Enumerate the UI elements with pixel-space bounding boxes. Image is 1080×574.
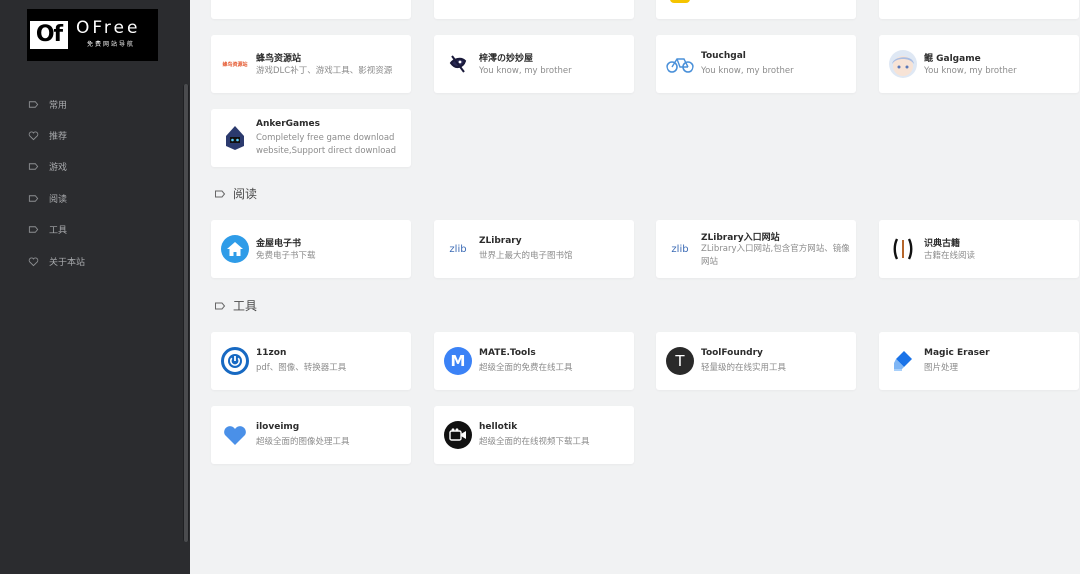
card-title: 鲲 Galgame xyxy=(924,54,981,64)
card-title: 蜂鸟资源站 xyxy=(256,54,302,64)
tag-icon xyxy=(215,302,226,309)
fengniao-logo: 蜂鸟资源站 xyxy=(222,61,248,68)
sidebar-item-label: 阅读 xyxy=(49,194,68,205)
card-desc: 图片处理 xyxy=(924,363,959,373)
heart-icon xyxy=(28,131,39,140)
tag-icon xyxy=(28,100,39,108)
site-card-ankergames[interactable]: AnkerGames Completely free game download… xyxy=(211,109,411,167)
section-heading-tools: 工具 xyxy=(214,297,257,314)
anime-avatar-icon xyxy=(889,50,917,78)
site-card-zlibrary[interactable]: zlib ZLibrary 世界上最大的电子图书馆 xyxy=(434,220,634,278)
section-title: 阅读 xyxy=(233,187,258,201)
logo-mark: Of xyxy=(30,21,68,49)
site-card[interactable] xyxy=(434,0,634,19)
partial-logo xyxy=(670,0,690,3)
card-desc: pdf、图像、转换器工具 xyxy=(256,363,347,373)
bicycle-icon xyxy=(666,50,694,78)
sidebar-item-reading[interactable]: 阅读 xyxy=(28,190,67,206)
logo-wordmark: OFree xyxy=(76,18,141,38)
sidebar-item-label: 工具 xyxy=(49,225,68,236)
hooded-figure-icon xyxy=(221,124,249,152)
card-desc: 免费电子书下载 xyxy=(256,251,316,261)
sidebar-item-label: 常用 xyxy=(49,100,68,111)
site-card-toolfoundry[interactable]: T ToolFoundry 轻量级的在线实用工具 xyxy=(656,332,856,390)
card-title: ToolFoundry xyxy=(701,348,763,358)
site-card-mate-tools[interactable]: M MATE.Tools 超级全面的免费在线工具 xyxy=(434,332,634,390)
card-title: 识典古籍 xyxy=(924,239,961,249)
card-desc: 世界上最大的电子图书馆 xyxy=(479,251,573,261)
card-desc: Completely free game download website,Su… xyxy=(256,133,397,156)
tag-icon xyxy=(215,190,226,197)
eraser-icon xyxy=(889,347,917,375)
sidebar-item-common[interactable]: 常用 xyxy=(28,96,67,112)
logo-subtitle: 免费网站导航 xyxy=(87,41,136,48)
sidebar-item-about[interactable]: 关于本站 xyxy=(28,253,85,269)
card-title: Touchgal xyxy=(701,51,746,61)
card-title: AnkerGames xyxy=(256,119,320,129)
card-desc: 游戏DLC补丁、游戏工具、影视资源 xyxy=(256,66,393,76)
card-desc: You know, my brother xyxy=(924,66,1017,76)
toolfoundry-logo: T xyxy=(666,347,694,375)
site-card[interactable] xyxy=(211,0,411,19)
house-icon xyxy=(221,235,249,263)
card-title: 11zon xyxy=(256,348,287,358)
card-desc: 超级全面的图像处理工具 xyxy=(256,437,350,447)
section-title: 工具 xyxy=(233,299,258,313)
tag-icon xyxy=(28,194,39,202)
site-card-kun-galgame[interactable]: 鲲 Galgame You know, my brother xyxy=(879,35,1079,93)
section-heading-reading: 阅读 xyxy=(214,185,257,202)
sidebar-item-label: 推荐 xyxy=(49,131,68,142)
tag-icon xyxy=(28,162,39,170)
site-card-fengniao[interactable]: 蜂鸟资源站 蜂鸟资源站 游戏DLC补丁、游戏工具、影视资源 xyxy=(211,35,411,93)
card-title: MATE.Tools xyxy=(479,348,536,358)
power-button-icon xyxy=(221,347,249,375)
sidebar-item-tools[interactable]: 工具 xyxy=(28,221,67,237)
sidebar: Of OFree 免费网站导航 常用 推荐 游戏 阅读 工具 关于本站 xyxy=(0,0,190,574)
site-card-iloveimg[interactable]: iloveimg 超级全面的图像处理工具 xyxy=(211,406,411,464)
mate-tools-logo: M xyxy=(444,347,472,375)
card-desc: 超级全面的在线视频下载工具 xyxy=(479,437,590,447)
card-title: Magic Eraser xyxy=(924,348,990,358)
book-spine-icon xyxy=(889,235,917,263)
card-desc: ZLibrary入口网站,包含官方网站、镜像网站 xyxy=(701,244,850,267)
main-content: 蜂鸟资源站 蜂鸟资源站 游戏DLC补丁、游戏工具、影视资源 梓澪の妙妙屋 You… xyxy=(190,0,1080,574)
site-card-zlibrary-portal[interactable]: zlib ZLibrary入口网站 ZLibrary入口网站,包含官方网站、镜像… xyxy=(656,220,856,278)
sidebar-item-label: 关于本站 xyxy=(49,257,86,268)
tag-icon xyxy=(28,225,39,233)
site-card-touchgal[interactable]: Touchgal You know, my brother xyxy=(656,35,856,93)
sidebar-item-recommend[interactable]: 推荐 xyxy=(28,127,67,143)
card-title: iloveimg xyxy=(256,422,300,432)
sidebar-item-games[interactable]: 游戏 xyxy=(28,158,67,174)
zlibrary-logo: zlib xyxy=(671,243,689,255)
card-title: 梓澪の妙妙屋 xyxy=(479,54,534,64)
site-card-zilingmiaomiaowu[interactable]: 梓澪の妙妙屋 You know, my brother xyxy=(434,35,634,93)
site-card-jinwu-ebook[interactable]: 金屋电子书 免费电子书下载 xyxy=(211,220,411,278)
card-desc: You know, my brother xyxy=(701,66,794,76)
site-card-magic-eraser[interactable]: Magic Eraser 图片处理 xyxy=(879,332,1079,390)
card-title: 金屋电子书 xyxy=(256,239,302,249)
card-desc: 超级全面的免费在线工具 xyxy=(479,363,573,373)
sidebar-scrollbar-thumb[interactable] xyxy=(184,84,188,542)
card-desc: 古籍在线阅读 xyxy=(924,251,976,261)
site-card[interactable] xyxy=(656,0,856,19)
sidebar-item-label: 游戏 xyxy=(49,162,68,173)
site-logo[interactable]: Of OFree 免费网站导航 xyxy=(27,9,158,61)
card-title: ZLibrary入口网站 xyxy=(701,233,780,243)
site-card-hellotik[interactable]: hellotik 超级全面的在线视频下载工具 xyxy=(434,406,634,464)
zlibrary-logo: zlib xyxy=(449,243,467,255)
ninja-avatar-icon xyxy=(444,50,472,78)
heart-icon xyxy=(221,421,249,449)
card-desc: You know, my brother xyxy=(479,66,572,76)
card-title: ZLibrary xyxy=(479,236,522,246)
card-desc: 轻量级的在线实用工具 xyxy=(701,363,787,373)
site-card[interactable] xyxy=(879,0,1079,19)
card-title: hellotik xyxy=(479,422,518,432)
heart-icon xyxy=(28,257,39,266)
site-card-11zon[interactable]: 11zon pdf、图像、转换器工具 xyxy=(211,332,411,390)
site-card-shidian-guji[interactable]: 识典古籍 古籍在线阅读 xyxy=(879,220,1079,278)
video-camera-icon xyxy=(444,421,472,449)
